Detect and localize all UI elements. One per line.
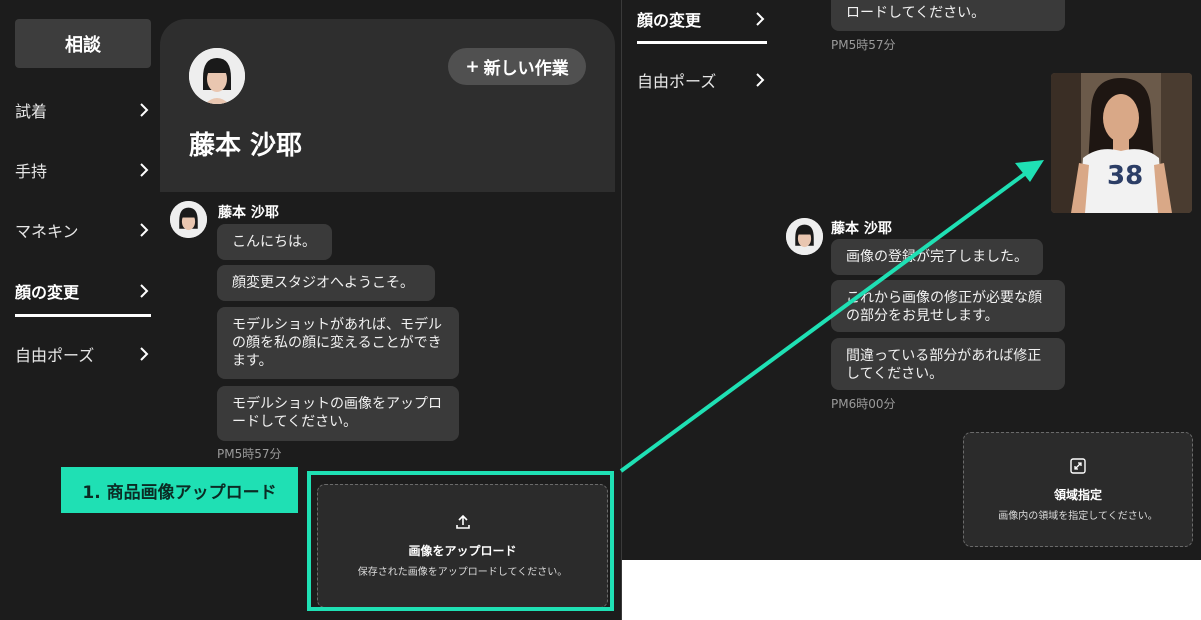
- annotation-arrow: [619, 160, 1044, 473]
